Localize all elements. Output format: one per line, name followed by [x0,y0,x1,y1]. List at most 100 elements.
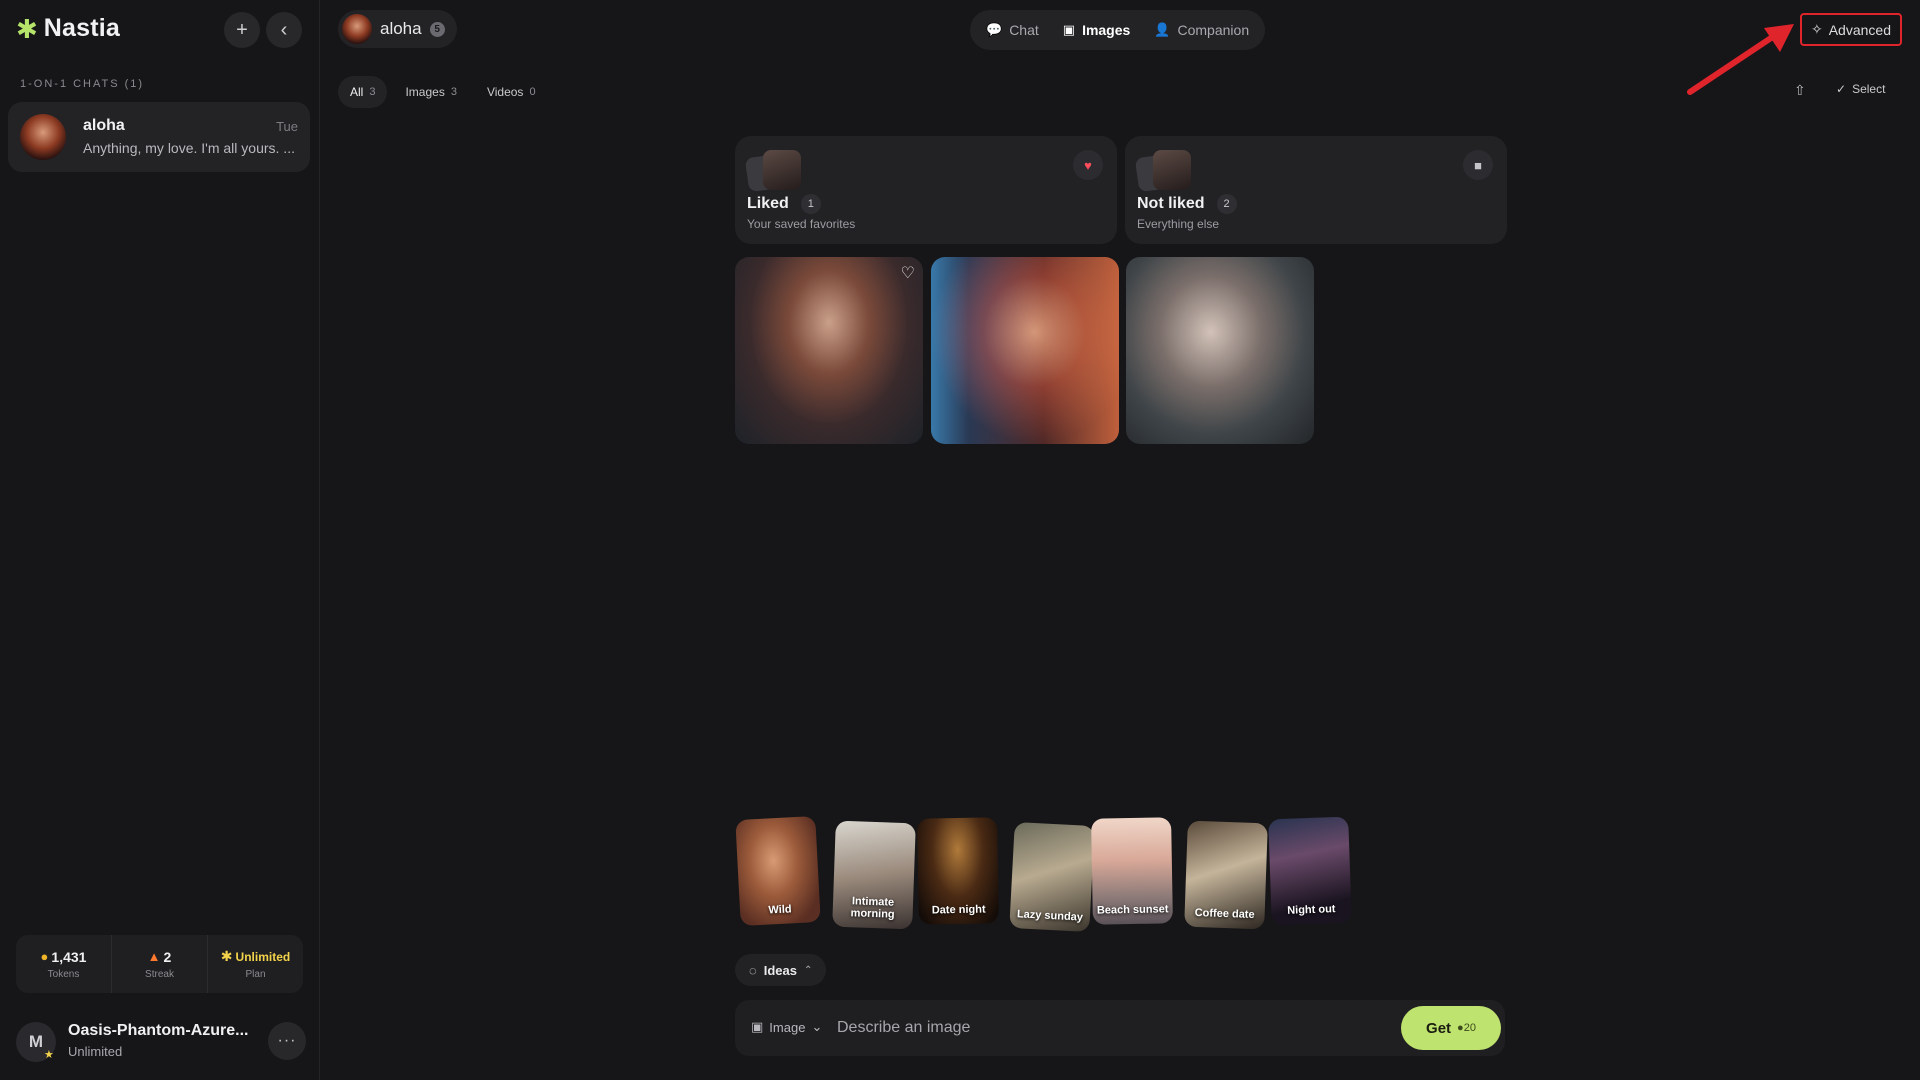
character-name: aloha [380,19,422,38]
tab-chat[interactable]: 💬 Chat [974,14,1051,46]
select-button[interactable]: ✓ Select [1836,82,1885,96]
filter-all[interactable]: All 3 [338,76,388,108]
idea-card-label: Beach sunset [1096,903,1169,917]
user-name: Oasis-Phantom-Azure... [68,1022,249,1039]
album-not-liked[interactable]: Not liked 2 Everything else ■ [1125,136,1507,244]
filter-all-count: 3 [369,86,376,98]
album-thumbnail [1134,150,1195,193]
filter-tabs: All 3 Images 3 Videos 0 [338,76,548,108]
character-pill[interactable]: aloha 5 [338,10,457,48]
idea-card-date-night[interactable]: Date night [917,817,999,925]
chat-name: aloha [83,117,125,134]
chat-time: Tue [276,119,298,134]
image-icon: ▣ [751,1019,764,1034]
chevron-down-icon: ⌄ [811,1019,823,1034]
get-button[interactable]: Get ●20 [1401,1006,1501,1050]
idea-card-coffee-date[interactable]: Coffee date [1184,820,1268,930]
token-cost: ●20 [1457,1022,1476,1034]
tokens-stat[interactable]: ● 1,431 Tokens [16,935,112,993]
new-chat-button[interactable]: + [224,12,260,48]
folder-icon: ■ [1474,157,1482,173]
gallery-image[interactable] [931,257,1119,444]
filter-all-label: All [350,85,364,99]
tab-companion[interactable]: 👤 Companion [1142,14,1261,46]
share-button[interactable]: ⇧ [1794,82,1806,99]
idea-card-label: Wild [768,903,792,917]
collapse-sidebar-button[interactable]: ‹ [266,12,302,48]
filter-videos-label: Videos [486,85,524,99]
chat-list-item[interactable]: aloha Tue Anything, my love. I'm all you… [8,102,310,172]
album-liked-subtitle: Your saved favorites [747,217,856,231]
filter-videos[interactable]: Videos 0 [475,76,548,108]
streak-stat[interactable]: ▲ 2 Streak [112,935,208,993]
user-more-button[interactable]: ··· [268,1022,306,1060]
plus-icon: + [236,18,248,41]
sparkle-icon: ✧ [1810,21,1823,37]
heart-icon: ♥ [1084,157,1092,173]
ideas-button[interactable]: ◌ Ideas ⌃ [735,954,827,986]
media-type-label: Image [769,1019,806,1035]
heart-outline-icon[interactable]: ♡ [901,263,915,283]
check-icon: ✓ [1836,82,1847,96]
advanced-label: Advanced [1828,21,1891,38]
idea-card-wild[interactable]: Wild [735,815,821,927]
filter-videos-count: 0 [529,86,536,98]
chats-section-label: 1-ON-1 CHATS (1) [20,78,145,90]
brand-logo[interactable]: ✱ Nastia [16,14,120,43]
brand-star-icon: ✱ [16,13,38,44]
coins-icon: ● [1457,1022,1464,1034]
lightbulb-icon: ◌ [749,962,757,978]
prompt-input[interactable] [837,1014,1357,1042]
gallery-image[interactable]: ♡ [735,257,923,444]
brand-name: Nastia [43,14,121,42]
album-not-liked-count: 2 [1216,194,1237,214]
red-arrow-annotation [1687,24,1794,95]
gallery-image[interactable] [1126,257,1314,444]
filter-images[interactable]: Images 3 [393,76,468,108]
prompt-composer: ▣ Image ⌄ Get ●20 [735,1000,1505,1056]
album-not-liked-badge: ■ [1463,150,1493,180]
user-account-row[interactable]: M ★ Oasis-Phantom-Azure... Unlimited ··· [16,1020,306,1064]
album-liked-badge: ♥ [1073,150,1103,180]
more-dots-icon: ··· [277,1032,297,1049]
filter-images-count: 3 [450,86,457,98]
chevron-left-icon: ‹ [280,18,288,41]
idea-card-lazy-sunday[interactable]: Lazy sunday [1009,821,1095,933]
chat-avatar [20,114,66,160]
idea-card-beach-sunset[interactable]: Beach sunset [1091,817,1173,925]
media-type-dropdown[interactable]: ▣ Image ⌄ [751,1019,822,1035]
chat-bubble-icon: 💬 [986,22,1003,37]
tab-companion-label: Companion [1177,22,1250,38]
advanced-button[interactable]: ✧ Advanced [1800,13,1902,46]
image-icon: ▣ [1062,22,1076,37]
fire-icon: ▲ [147,949,161,964]
idea-card-label: Lazy sunday [1016,908,1084,924]
user-badge-star-icon: ★ [44,1049,54,1061]
user-plan: Unlimited [68,1044,123,1059]
album-liked-count: 1 [800,194,821,214]
tab-chat-label: Chat [1009,22,1039,38]
plan-stat[interactable]: ✱ Unlimited Plan [208,935,303,993]
chevron-up-icon: ⌃ [803,964,813,976]
idea-card-label: Date night [931,903,986,917]
album-liked[interactable]: Liked 1 Your saved favorites ♥ [735,136,1117,244]
album-thumbnail [744,150,805,193]
idea-card-intimate-morning[interactable]: Intimate morning [832,820,916,930]
plan-star-icon: ✱ [220,948,233,964]
chat-preview: Anything, my love. I'm all yours. ... [83,140,295,156]
album-not-liked-subtitle: Everything else [1137,217,1220,231]
plan-label: Plan [245,969,266,980]
tab-images[interactable]: ▣ Images [1051,14,1143,46]
get-label: Get [1426,1019,1452,1037]
ideas-label: Ideas [763,962,797,978]
tokens-value: 1,431 [51,948,87,965]
idea-card-night-out[interactable]: Night out [1268,816,1352,926]
mode-tabs: 💬 Chat ▣ Images 👤 Companion [970,10,1266,50]
streak-label: Streak [145,968,174,980]
coins-icon: ● [40,949,49,964]
album-liked-title: Liked [747,195,789,212]
character-count-badge: 5 [429,21,445,37]
idea-card-label: Night out [1287,903,1336,917]
album-not-liked-title: Not liked [1137,195,1205,212]
plan-value: Unlimited [235,949,291,964]
